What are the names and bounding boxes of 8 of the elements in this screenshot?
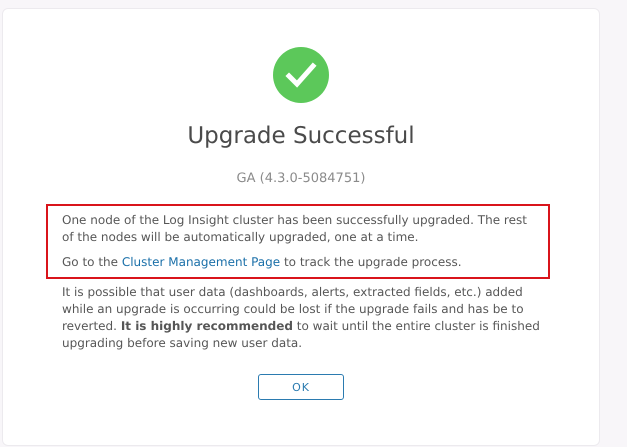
success-message: One node of the Log Insight cluster has been successfully upgraded. The rest of the nodes will be automatically upgraded, one at a time. (62, 212, 528, 246)
warning-message: It is possible that user data (dashboards, alerts, extracted fields, etc.) added while an upgrade is occurring could be lost if the upgrade fails and has be to reverted. It is highly recommended to wait until the entire cluster is finished upgrading before saving new user data. (62, 284, 541, 352)
cluster-link-sentence: Go to the Cluster Management Page to track the upgrade process. (62, 254, 463, 271)
version-label: GA (4.3.0-5084751) (236, 171, 366, 186)
check-icon (273, 47, 329, 103)
ok-button[interactable]: OK (258, 374, 344, 400)
cluster-management-link[interactable]: Cluster Management Page (122, 255, 280, 269)
dialog-title: Upgrade Successful (187, 123, 415, 149)
